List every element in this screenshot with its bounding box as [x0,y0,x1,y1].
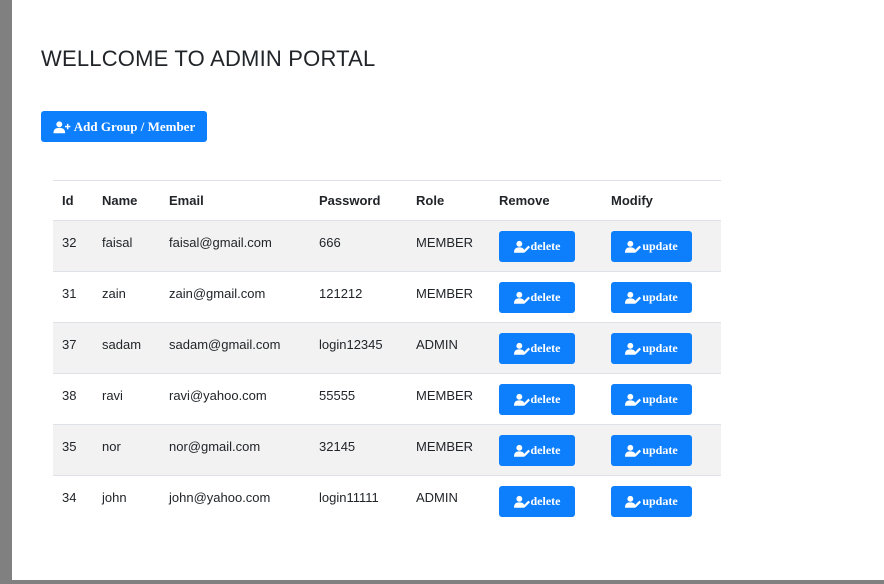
cell-password: 121212 [319,286,363,301]
cell-email: zain@gmail.com [169,286,266,301]
table-row: 38 ravi ravi@yahoo.com 55555 MEMBER delete upd… [53,373,721,425]
table-row: 37 sadam sadam@gmail.com login12345 ADMIN del… [53,322,721,374]
cell-remove: delete [490,425,602,476]
delete-label: delete [530,443,561,457]
cell-name: sadam [102,337,142,352]
cell-remove: delete [490,221,602,272]
cell-name: ravi [102,388,123,403]
column-header-modify: Modify [611,193,653,208]
column-header-password: Password [319,193,381,208]
cell-password: login12345 [319,337,383,352]
cell-name: faisal [102,235,133,250]
update-button[interactable]: update [611,282,692,313]
admin-page: WELLCOME TO ADMIN PORTAL Add Group / Mem… [12,0,884,580]
user-edit-icon [625,342,642,355]
delete-button[interactable]: delete [499,231,575,262]
cell-id: 31 [62,286,77,301]
delete-label: delete [530,290,561,304]
delete-label: delete [530,392,561,406]
cell-modify: update [602,272,721,323]
user-edit-icon [513,444,530,457]
delete-button[interactable]: delete [499,282,575,313]
delete-label: delete [530,494,561,508]
delete-button[interactable]: delete [499,486,575,517]
cell-id: 38 [62,388,77,403]
cell-email: ravi@yahoo.com [169,388,267,403]
user-plus-icon [53,120,71,133]
cell-password: 666 [319,235,341,250]
members-table: Id Name Email Password Role Remove Modif… [53,180,721,527]
cell-id: 37 [62,337,77,352]
update-button[interactable]: update [611,384,692,415]
cell-email: faisal@gmail.com [169,235,272,250]
column-header-role: Role [416,193,445,208]
cell-password: login11111 [319,490,379,505]
cell-modify: update [602,476,721,527]
cell-modify: update [602,425,721,476]
cell-email: john@yahoo.com [169,490,271,505]
update-label: update [642,341,678,355]
delete-button[interactable]: delete [499,384,575,415]
cell-role: MEMBER [416,388,474,403]
cell-email: sadam@gmail.com [169,337,281,352]
add-group-member-button[interactable]: Add Group / Member [41,111,207,142]
user-edit-icon [625,495,642,508]
cell-modify: update [602,221,721,272]
user-edit-icon [513,495,530,508]
cell-email: nor@gmail.com [169,439,261,454]
cell-modify: update [602,374,721,425]
user-edit-icon [513,342,530,355]
cell-password: 32145 [319,439,356,454]
user-edit-icon [625,444,642,457]
delete-label: delete [530,341,561,355]
column-header-name: Name [102,193,138,208]
cell-role: ADMIN [416,490,458,505]
table-row: 34 john john@yahoo.com login11111 ADMIN delet… [53,475,721,527]
cell-password: 55555 [319,388,356,403]
cell-id: 34 [62,490,77,505]
update-button[interactable]: update [611,435,692,466]
user-edit-icon [625,240,642,253]
cell-name: john [102,490,127,505]
cell-id: 35 [62,439,77,454]
add-button-label: Add Group / Member [73,118,196,134]
delete-label: delete [530,239,561,253]
table-row: 32 faisal faisal@gmail.com 666 MEMBER delete u… [53,220,721,272]
column-header-id: Id [62,193,74,208]
cell-name: nor [102,439,121,454]
table-row: 35 nor nor@gmail.com 32145 MEMBER delete updat… [53,424,721,476]
cell-modify: update [602,323,721,374]
user-edit-icon [513,240,530,253]
update-button[interactable]: update [611,333,692,364]
delete-button[interactable]: delete [499,333,575,364]
cell-role: MEMBER [416,286,474,301]
update-label: update [642,443,678,457]
update-label: update [642,239,678,253]
update-label: update [642,494,678,508]
cell-remove: delete [490,374,602,425]
user-edit-icon [625,291,642,304]
update-label: update [642,392,678,406]
table-header-row: Id Name Email Password Role Remove Modif… [53,180,721,221]
cell-remove: delete [490,476,602,527]
update-label: update [642,290,678,304]
update-button[interactable]: update [611,231,692,262]
cell-remove: delete [490,272,602,323]
update-button[interactable]: update [611,486,692,517]
cell-id: 32 [62,235,77,250]
column-header-email: Email [169,193,204,208]
user-edit-icon [625,393,642,406]
cell-remove: delete [490,323,602,374]
page-title: WELLCOME TO ADMIN PORTAL [41,46,376,71]
cell-name: zain [102,286,126,301]
cell-role: ADMIN [416,337,458,352]
cell-role: MEMBER [416,235,474,250]
user-edit-icon [513,393,530,406]
table-body: 32 faisal faisal@gmail.com 666 MEMBER delete u… [53,220,721,527]
cell-role: MEMBER [416,439,474,454]
user-edit-icon [513,291,530,304]
column-header-remove: Remove [499,193,550,208]
delete-button[interactable]: delete [499,435,575,466]
table-row: 31 zain zain@gmail.com 121212 MEMBER delete up… [53,271,721,323]
